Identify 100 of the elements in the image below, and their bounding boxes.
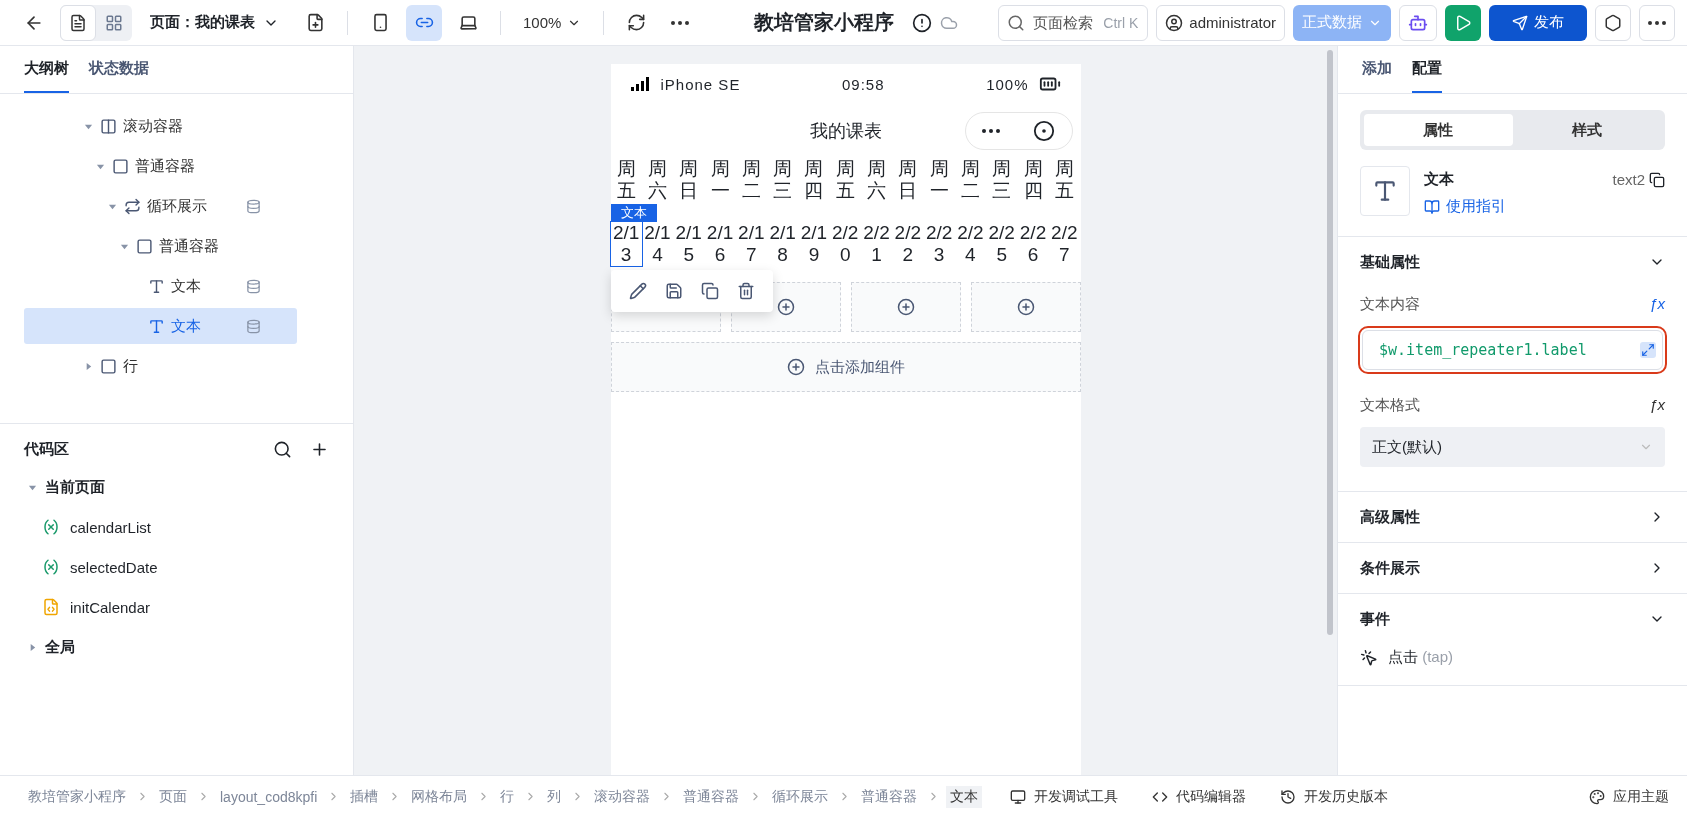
tree-item[interactable]: 文本 (24, 268, 297, 304)
signal-icon (630, 77, 651, 91)
database-icon (246, 198, 261, 214)
breadcrumb-item[interactable]: 列 (543, 785, 566, 808)
copy-icon[interactable] (1649, 171, 1665, 188)
code-group[interactable]: 全局 (0, 627, 353, 667)
breadcrumb-item[interactable]: 插槽 (346, 785, 383, 808)
date-text: 2/20 (831, 222, 860, 266)
tab[interactable]: 添加 (1362, 46, 1392, 93)
breadcrumb-item[interactable]: 滚动容器 (590, 785, 655, 808)
user-button[interactable]: administrator (1156, 4, 1285, 41)
formula-toggle[interactable]: ƒx (1649, 295, 1665, 314)
mode-tab[interactable]: 样式 (1512, 114, 1661, 146)
text-icon (148, 317, 165, 335)
caret-right-icon (84, 361, 93, 371)
breadcrumb-item[interactable]: 行 (496, 785, 519, 808)
tree-label: 循环展示 (147, 196, 207, 216)
breadcrumb-item[interactable]: 文本 (946, 785, 983, 808)
guide-link[interactable]: 使用指引 (1424, 197, 1665, 216)
formula-toggle[interactable]: ƒx (1649, 396, 1665, 415)
weekday-text: 周四 (1022, 158, 1044, 202)
format-select[interactable]: 正文(默认) (1360, 427, 1665, 467)
more-button[interactable] (1639, 4, 1675, 41)
code-item[interactable]: selectedDate (0, 547, 353, 587)
tree-label: 文本 (171, 316, 201, 336)
tab[interactable]: 状态数据 (89, 46, 149, 93)
date-text: 2/19 (799, 222, 829, 266)
code-field[interactable]: $w.item_repeater1.label (1362, 330, 1663, 370)
publish-button[interactable]: 发布 (1489, 4, 1587, 41)
code-item[interactable]: initCalendar (0, 587, 353, 627)
breadcrumb-item[interactable]: 普通容器 (857, 785, 922, 808)
delete-icon[interactable] (736, 282, 755, 300)
send-icon (1512, 14, 1528, 31)
mode-tab[interactable]: 属性 (1364, 114, 1513, 146)
breadcrumb-item[interactable]: 页面 (155, 785, 191, 808)
page-dropdown[interactable]: 页面：我的课表 (140, 13, 289, 32)
file-plus-icon (305, 13, 325, 32)
tree-item[interactable]: 文本 (24, 308, 297, 344)
square-icon (100, 357, 117, 375)
component-id: text2 (1612, 171, 1645, 188)
tab[interactable]: 配置 (1412, 46, 1442, 93)
section-header[interactable]: 高级属性 (1338, 492, 1687, 542)
add-component-area[interactable]: 点击添加组件 (610, 342, 1081, 392)
zoom-dropdown[interactable]: 100% (515, 4, 590, 41)
add-icon[interactable] (310, 440, 329, 459)
user-icon (1165, 13, 1184, 32)
tap-icon (1360, 648, 1378, 667)
expand-icon[interactable] (1640, 342, 1656, 358)
breadcrumb-item[interactable]: 网格布局 (407, 785, 472, 808)
square-icon (136, 237, 153, 255)
assistant-button[interactable] (1399, 4, 1437, 41)
tab[interactable]: 大纲树 (24, 46, 69, 93)
tree-item[interactable]: 行 (24, 348, 297, 384)
tree-label: 滚动容器 (123, 116, 183, 136)
copy-icon[interactable] (700, 282, 719, 300)
settings-button[interactable] (1595, 4, 1631, 41)
date-text: 2/18 (768, 222, 797, 266)
loop-icon (124, 197, 141, 215)
weekday-text: 周三 (991, 158, 1013, 202)
code-item[interactable]: calendarList (0, 507, 353, 547)
tool-button[interactable]: 代码编辑器 (1146, 786, 1253, 807)
section-header[interactable]: 条件展示 (1338, 543, 1687, 593)
tree-item[interactable]: 滚动容器 (24, 108, 297, 144)
breadcrumb-item[interactable]: 循环展示 (768, 785, 833, 808)
code-group[interactable]: 当前页面 (0, 467, 353, 507)
section-header[interactable]: 基础属性 (1338, 237, 1687, 287)
save-icon[interactable] (664, 282, 683, 300)
square-icon (112, 157, 129, 175)
weekday-text: 周日 (897, 158, 919, 202)
date-text: 2/17 (737, 222, 766, 266)
monitor-icon (1010, 788, 1027, 805)
tool-button[interactable]: 应用主题 (1583, 786, 1675, 807)
weekday-text: 周一 (709, 158, 731, 202)
date-text: 2/16 (705, 222, 735, 266)
date-text: 2/26 (1018, 222, 1048, 266)
date-text: 2/23 (924, 222, 954, 266)
tree-item[interactable]: 普通容器 (24, 228, 297, 264)
document-icon (69, 13, 87, 32)
add-icon (776, 298, 795, 316)
tree-item[interactable]: 循环展示 (24, 188, 297, 224)
tree-item[interactable]: 普通容器 (24, 148, 297, 184)
breadcrumb-item[interactable]: 教培管家小程序 (24, 785, 130, 808)
panel-icon (100, 117, 117, 135)
view-toggle[interactable] (60, 4, 96, 41)
search-icon[interactable] (273, 440, 292, 459)
layout-icon (105, 13, 123, 32)
run-button[interactable] (1445, 4, 1481, 41)
tree-label: 文本 (171, 276, 201, 296)
weekday-text: 周五 (834, 158, 856, 202)
weekday-text: 周五 (615, 158, 637, 202)
tool-button[interactable]: 开发历史版本 (1274, 786, 1395, 807)
breadcrumb-item[interactable]: layout_cod8kpfi (216, 786, 322, 807)
breadcrumb-item[interactable]: 普通容器 (679, 785, 744, 808)
weekday-text: 周二 (740, 158, 762, 202)
refresh-icon (626, 13, 646, 32)
section-header[interactable]: 事件 (1338, 594, 1687, 644)
event-item[interactable]: 点击 (tap) (1338, 644, 1687, 671)
edit-icon[interactable] (628, 282, 647, 300)
tool-button[interactable]: 开发调试工具 (1004, 786, 1125, 807)
text-icon (148, 277, 165, 295)
